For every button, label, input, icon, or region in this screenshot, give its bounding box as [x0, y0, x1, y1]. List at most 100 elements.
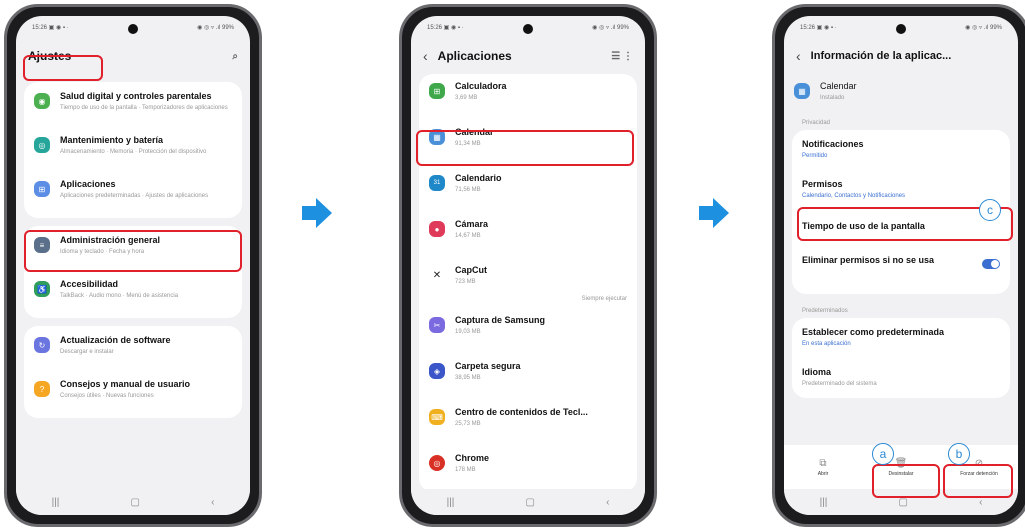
back-icon[interactable]: ‹: [211, 497, 214, 508]
app-item-calculadora[interactable]: ⊞ Calculadora 3,69 MB: [419, 74, 637, 120]
app-label: Chrome: [455, 453, 490, 463]
nav-bar: ||| ▢ ‹: [411, 489, 645, 515]
recent-apps-icon[interactable]: |||: [52, 497, 60, 508]
app-size: 723 MB: [455, 279, 476, 285]
notifications-row[interactable]: Notificaciones Permitido: [792, 132, 1010, 172]
arrow-right-icon: [302, 198, 332, 228]
camera-hole: [523, 24, 533, 34]
settings-item-apps[interactable]: ⊞ Aplicaciones Aplicaciones predeterminad…: [24, 172, 242, 216]
phone-apps: 15:26 ▣ ◉ ▪ · ◉ ◎ ▿ .ıl 99% ‹ Aplicacion…: [399, 4, 657, 527]
app-item-camara[interactable]: ● Cámara 14,67 MB: [419, 212, 637, 258]
home-icon[interactable]: ▢: [898, 497, 907, 508]
app-info-screen: 15:26 ▣ ◉ ▪ · ◉ ◎ ▿ .ıl 99% ‹ Informació…: [784, 16, 1018, 515]
back-arrow-icon[interactable]: ‹: [796, 48, 801, 64]
app-label: Centro de contenidos de Tecl...: [455, 407, 588, 417]
status-time: 15:26 ▣ ◉ ▪ ·: [32, 24, 69, 31]
status-icons: ◉ ◎ ▿ .ıl 99%: [197, 24, 234, 31]
secure-folder-icon: ◈: [429, 363, 445, 379]
item-sub: TalkBack · Audio mono · Menú de asistenc…: [60, 293, 179, 299]
app-label: Calculadora: [455, 81, 507, 91]
item-sub: Tiempo de uso de la pantalla · Temporiza…: [60, 105, 228, 111]
item-sub: Aplicaciones predeterminadas · Ajustes d…: [60, 193, 209, 199]
accessibility-icon: ♿: [34, 281, 50, 297]
settings-card-3: ↻ Actualización de software Descargar e i…: [24, 326, 242, 418]
highlight-desinstalar: [872, 464, 940, 498]
set-default-row[interactable]: Establecer como predeterminada En esta ap…: [792, 320, 1010, 360]
back-icon[interactable]: ‹: [606, 497, 609, 508]
item-label: Aplicaciones: [60, 179, 116, 189]
keyboard-icon: ⌨: [429, 409, 445, 425]
open-button[interactable]: ⧉ Abrir: [793, 458, 853, 477]
app-size: 3,69 MB: [455, 95, 478, 101]
capcut-status: Siempre ejecutar: [581, 296, 627, 302]
arrow-right-icon: [699, 198, 729, 228]
highlight-forzar: [943, 464, 1013, 498]
app-label: Cámara: [455, 219, 489, 229]
app-name: Calendar: [820, 81, 857, 91]
remove-permissions-toggle[interactable]: [982, 259, 1000, 269]
item-sub: Consejos útiles · Nuevas funciones: [60, 393, 154, 399]
app-item-capcut[interactable]: ✕ CapCut 723 MB Siempre ejecutar: [419, 258, 637, 308]
section-defaults: Predeterminados: [802, 308, 848, 314]
remove-permissions-label: Eliminar permisos si no se usa: [802, 255, 935, 265]
settings-item-digital-wellbeing[interactable]: ◉ Salud digital y controles parentales Ti…: [24, 84, 242, 128]
app-label: Carpeta segura: [455, 361, 521, 371]
app-item-carpeta[interactable]: ◈ Carpeta segura 38,95 MB: [419, 354, 637, 400]
remove-permissions-row[interactable]: Eliminar permisos si no se usa: [792, 248, 1010, 292]
language-label: Idioma: [802, 367, 832, 377]
app-size: 19,03 MB: [455, 329, 481, 335]
permissions-sub: Calendario, Contactos y Notificaciones: [802, 193, 906, 199]
app-item-chrome[interactable]: ◎ Chrome 178 MB: [419, 446, 637, 492]
badge-c: c: [979, 199, 1001, 221]
capcut-icon: ✕: [429, 267, 445, 283]
apps-header: ‹ Aplicaciones ☰ ⋮: [411, 38, 645, 74]
app-item-centro[interactable]: ⌨ Centro de contenidos de Tecl... 25,73 M…: [419, 400, 637, 446]
chrome-icon: ◎: [429, 455, 445, 471]
tips-icon: ?: [34, 381, 50, 397]
app-item-captura[interactable]: ✂ Captura de Samsung 19,03 MB: [419, 308, 637, 354]
open-label: Abrir: [817, 470, 829, 477]
app-info-header: ‹ Información de la aplicac...: [784, 38, 1018, 74]
item-label: Consejos y manual de usuario: [60, 379, 191, 389]
app-item-calendario[interactable]: 31 Calendario 71,56 MB: [419, 166, 637, 212]
phone-app-info: 15:26 ▣ ◉ ▪ · ◉ ◎ ▿ .ıl 99% ‹ Informació…: [772, 4, 1025, 527]
app-label: Captura de Samsung: [455, 315, 546, 325]
settings-item-software-update[interactable]: ↻ Actualización de software Descargar e i…: [24, 328, 242, 372]
app-status: Instalado: [820, 95, 845, 101]
camera-hole: [896, 24, 906, 34]
home-icon[interactable]: ▢: [130, 497, 139, 508]
back-icon[interactable]: ‹: [979, 497, 982, 508]
open-icon: ⧉: [819, 457, 827, 469]
item-label: Actualización de software: [60, 335, 171, 345]
notifications-label: Notificaciones: [802, 139, 864, 149]
item-sub: Descargar e instalar: [60, 349, 114, 355]
search-icon[interactable]: ⌕: [232, 51, 238, 62]
app-label: Calendario: [455, 173, 502, 183]
filter-more-icons[interactable]: ☰ ⋮: [611, 51, 633, 62]
recent-apps-icon[interactable]: |||: [820, 497, 828, 508]
language-row[interactable]: Idioma Predeterminado del sistema: [792, 360, 1010, 396]
apps-screen: 15:26 ▣ ◉ ▪ · ◉ ◎ ▿ .ıl 99% ‹ Aplicacion…: [411, 16, 645, 515]
badge-a: a: [872, 443, 894, 465]
app-size: 25,73 MB: [455, 421, 481, 427]
app-size: 38,95 MB: [455, 375, 481, 381]
nav-bar: ||| ▢ ‹: [16, 489, 250, 515]
calculator-icon: ⊞: [429, 83, 445, 99]
apps-icon: ⊞: [34, 181, 50, 197]
settings-item-accessibility[interactable]: ♿ Accesibilidad TalkBack · Audio mono · M…: [24, 272, 242, 316]
item-sub: Almacenamiento · Memoria · Protección de…: [60, 149, 207, 155]
page-title: Información de la aplicac...: [810, 50, 952, 62]
home-icon[interactable]: ▢: [525, 497, 534, 508]
highlight-ajustes: [23, 55, 103, 81]
camera-hole: [128, 24, 138, 34]
defaults-card: Establecer como predeterminada En esta ap…: [792, 318, 1010, 398]
settings-card-1: ◉ Salud digital y controles parentales Ti…: [24, 82, 242, 218]
settings-item-battery[interactable]: ◎ Mantenimiento y batería Almacenamiento …: [24, 128, 242, 172]
back-arrow-icon[interactable]: ‹: [423, 48, 428, 64]
recent-apps-icon[interactable]: |||: [447, 497, 455, 508]
app-size: 178 MB: [455, 467, 476, 473]
section-privacy: Privacidad: [802, 120, 831, 126]
calendario-icon: 31: [429, 175, 445, 191]
settings-item-tips[interactable]: ? Consejos y manual de usuario Consejos ú…: [24, 372, 242, 416]
notifications-sub: Permitido: [802, 153, 828, 159]
